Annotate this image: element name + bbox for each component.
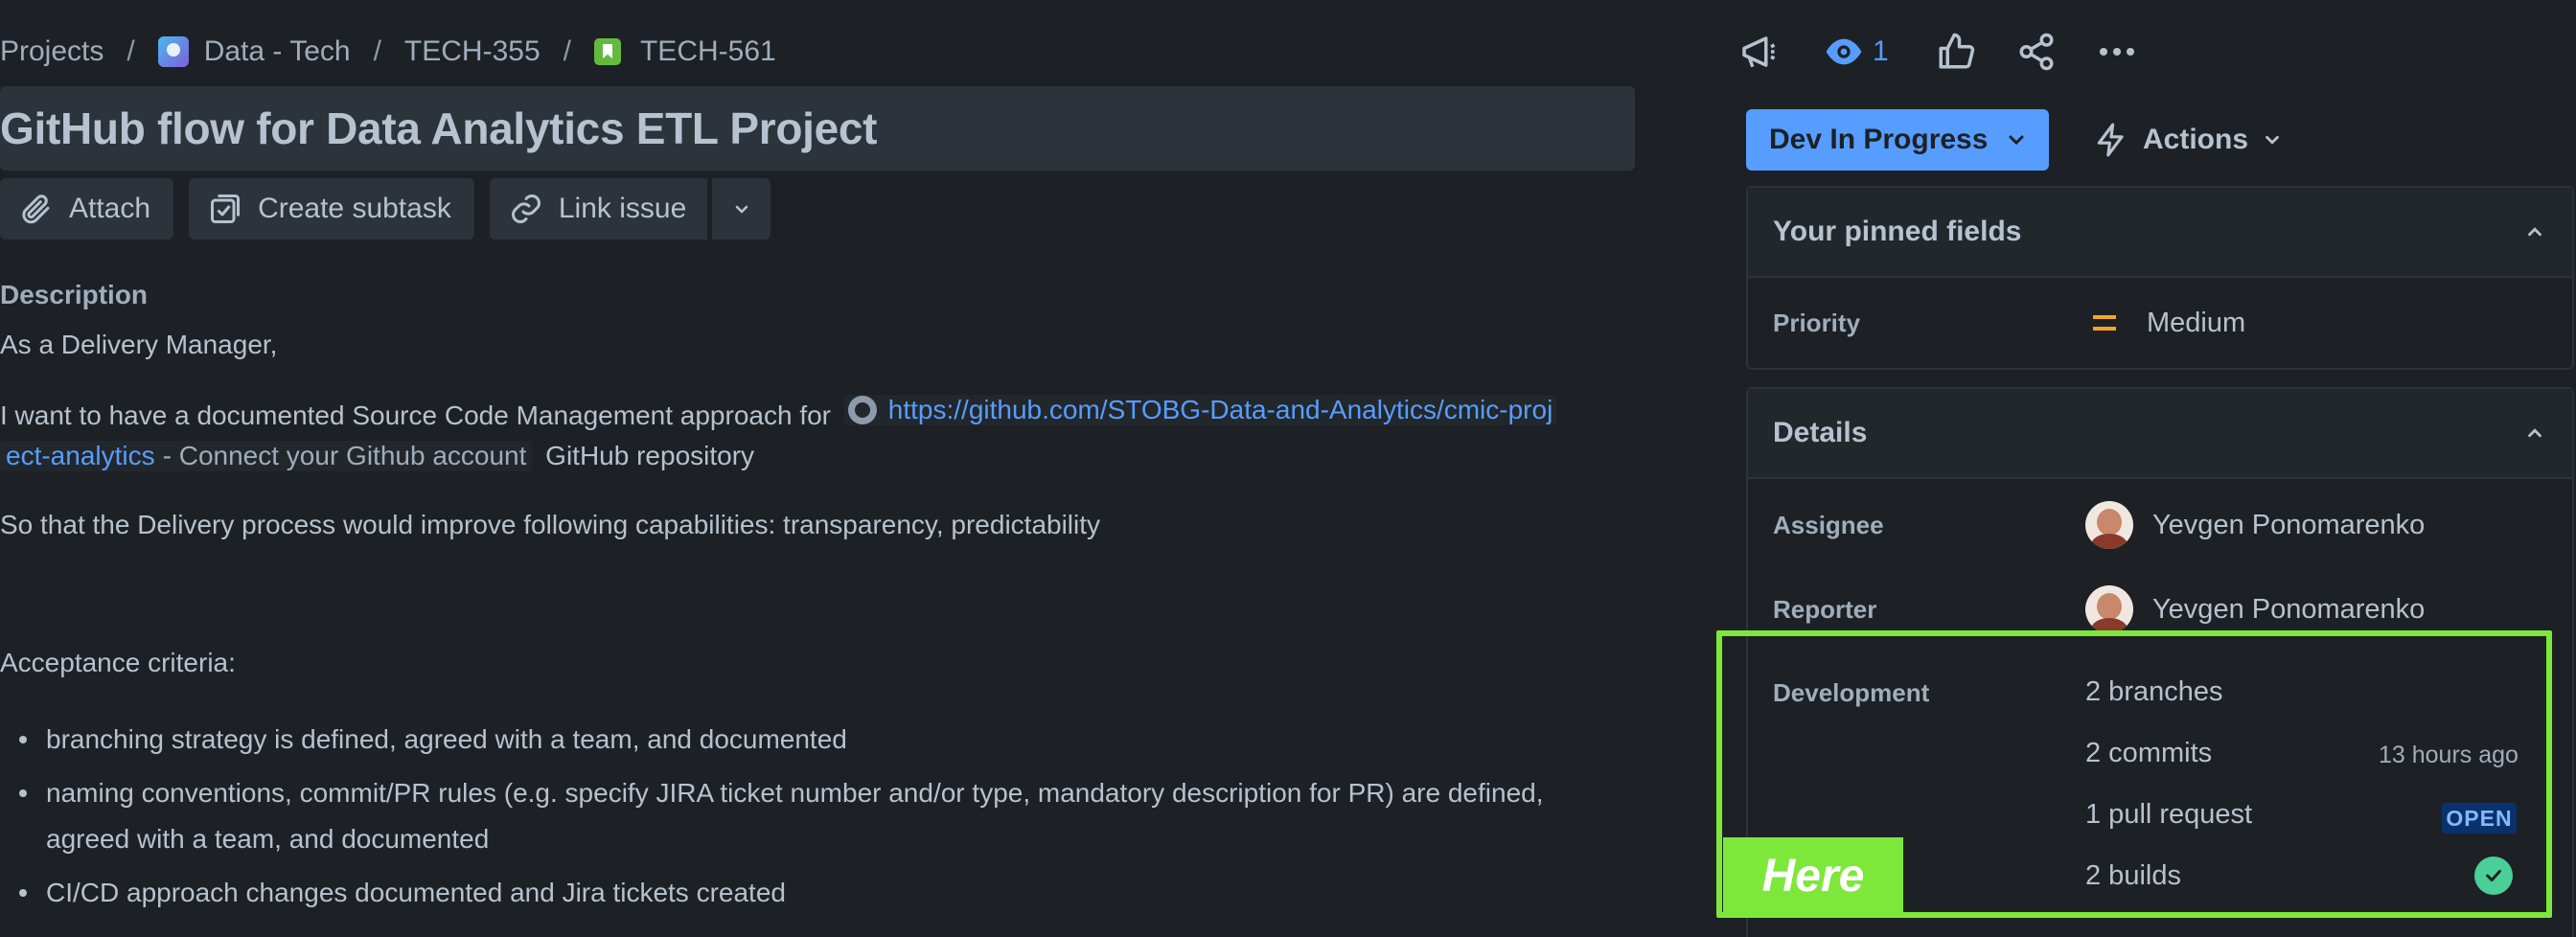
branches-link[interactable]: 2 branches <box>2085 676 2223 708</box>
watch-count: 1 <box>1873 35 1889 67</box>
chevron-down-icon <box>2266 135 2279 145</box>
watch-button[interactable]: 1 <box>1825 33 1889 71</box>
breadcrumb-projects[interactable]: Projects <box>0 35 104 68</box>
link-issue-button[interactable]: Link issue <box>489 178 708 240</box>
attach-button[interactable]: Attach <box>0 178 174 240</box>
actions-label: Actions <box>2143 124 2249 155</box>
breadcrumb-separator: / <box>126 35 135 67</box>
pinned-fields-panel: Your pinned fields Priority Medium <box>1746 186 2574 370</box>
list-item: naming conventions, commit/PR rules (e.g… <box>0 770 1610 862</box>
pr-status-badge: OPEN <box>2442 803 2517 834</box>
status-label: Dev In Progress <box>1769 124 1989 155</box>
list-item: branching strategy is defined, agreed wi… <box>0 717 1610 763</box>
link-issue-label: Link issue <box>558 193 687 224</box>
create-subtask-button[interactable]: Create subtask <box>189 178 474 240</box>
more-icon <box>2099 47 2134 57</box>
repo-suffix-text: GitHub repository <box>545 441 755 470</box>
issue-title-field[interactable]: GitHub flow for Data Analytics ETL Proje… <box>0 86 1635 171</box>
create-subtask-label: Create subtask <box>258 193 451 224</box>
share-icon <box>2019 33 2054 71</box>
description-line-4: So that the Delivery process would impro… <box>0 510 1101 539</box>
story-icon <box>593 38 621 65</box>
list-item-text: agreed with a team, and documented <box>46 824 490 854</box>
paperclip-icon <box>22 194 50 224</box>
acceptance-criteria-list: branching strategy is defined, agreed wi… <box>0 717 1610 924</box>
priority-field: Priority Medium <box>1748 278 2572 368</box>
share-button[interactable] <box>2013 29 2059 75</box>
chevron-up-icon <box>2528 428 2542 438</box>
assignee-name: Yevgen Ponomarenko <box>2152 509 2426 540</box>
status-dropdown[interactable]: Dev In Progress <box>1746 109 2049 171</box>
description-line-1: As a Delivery Manager, <box>0 330 278 359</box>
reporter-value[interactable]: Yevgen Ponomarenko <box>2085 585 2425 633</box>
list-item-text: naming conventions, commit/PR rules (e.g… <box>46 778 1544 808</box>
priority-medium-icon <box>2093 315 2116 331</box>
breadcrumb-separator: / <box>373 35 381 67</box>
breadcrumb-issue-label: TECH-561 <box>639 35 776 67</box>
github-smart-link[interactable]: https://github.com/STOBG-Data-and-Analyt… <box>843 395 1557 425</box>
avatar <box>2085 501 2133 549</box>
feedback-button[interactable] <box>1735 29 1781 75</box>
link-icon <box>511 194 540 223</box>
assignee-label: Assignee <box>1773 510 1884 539</box>
connect-github-account-link: - Connect your Github account <box>162 441 527 470</box>
breadcrumb-separator: / <box>563 35 571 67</box>
issue-toolbar: Attach Create subtask Link issue <box>0 178 771 240</box>
chevron-up-icon <box>2528 227 2542 237</box>
issue-header-actions: 1 <box>1735 29 2140 75</box>
avatar <box>2085 585 2133 633</box>
reporter-name: Yevgen Ponomarenko <box>2152 593 2426 625</box>
pinned-fields-header[interactable]: Your pinned fields <box>1748 188 2572 278</box>
acceptance-heading: Acceptance criteria: <box>0 648 236 677</box>
toolbar-more-button[interactable] <box>709 178 771 240</box>
reporter-label: Reporter <box>1773 594 1877 624</box>
lightning-icon <box>2097 123 2124 157</box>
vote-button[interactable] <box>1933 29 1979 75</box>
commits-time: 13 hours ago <box>2379 742 2518 768</box>
details-title: Details <box>1773 417 1868 448</box>
attach-label: Attach <box>69 193 151 224</box>
breadcrumb-project-label: Data - Tech <box>203 35 351 67</box>
breadcrumb-parent[interactable]: TECH-355 <box>404 35 540 68</box>
repo-link-part-2: ect-analytics <box>6 441 155 470</box>
assignee-value[interactable]: Yevgen Ponomarenko <box>2085 501 2425 549</box>
eye-icon <box>1826 38 1862 65</box>
repo-link-part-1: https://github.com/STOBG-Data-and-Analyt… <box>887 395 1553 424</box>
here-annotation-tag: Here <box>1723 837 1903 914</box>
details-header[interactable]: Details <box>1748 389 2572 479</box>
priority-value[interactable]: Medium <box>2085 308 2245 339</box>
github-smart-link-continued[interactable]: ect-analytics - Connect your Github acco… <box>0 441 533 471</box>
assignee-field: Assignee Yevgen Ponomarenko <box>1748 479 2572 571</box>
description-line-3: ect-analytics - Connect your Github acco… <box>0 441 754 471</box>
list-item: CI/CD approach changes documented and Ji… <box>0 870 1610 916</box>
reporter-field: Reporter Yevgen Ponomarenko <box>1748 571 2572 648</box>
commits-link[interactable]: 2 commits <box>2085 738 2212 769</box>
more-actions-button[interactable] <box>2094 29 2140 75</box>
pinned-fields-title: Your pinned fields <box>1773 216 2022 247</box>
breadcrumb-project[interactable]: Data - Tech <box>157 35 351 68</box>
project-avatar-icon <box>157 36 189 67</box>
issue-title: GitHub flow for Data Analytics ETL Proje… <box>0 103 878 153</box>
priority-label: Priority <box>1773 308 1861 337</box>
development-label: Development <box>1773 677 1930 707</box>
build-success-icon <box>2474 857 2513 895</box>
chevron-down-icon <box>2009 135 2024 146</box>
github-icon <box>847 396 877 424</box>
check-icon <box>2486 869 2501 882</box>
breadcrumb-issue[interactable]: TECH-561 <box>593 35 776 68</box>
description-heading: Description <box>0 280 149 309</box>
description-line-2-text: I want to have a documented Source Code … <box>0 400 831 430</box>
priority-text: Medium <box>2147 307 2246 338</box>
pull-request-link[interactable]: 1 pull request <box>2085 799 2252 831</box>
breadcrumb: Projects / Data - Tech / TECH-355 / TECH… <box>0 33 776 71</box>
subtask-icon <box>211 194 241 223</box>
chevron-down-icon <box>735 205 748 214</box>
builds-link[interactable]: 2 builds <box>2085 860 2181 892</box>
megaphone-icon <box>1742 36 1776 68</box>
thumbs-up-icon <box>1939 33 1974 69</box>
description-line-2: I want to have a documented Source Code … <box>0 395 1557 431</box>
actions-dropdown[interactable]: Actions <box>2093 109 2283 171</box>
